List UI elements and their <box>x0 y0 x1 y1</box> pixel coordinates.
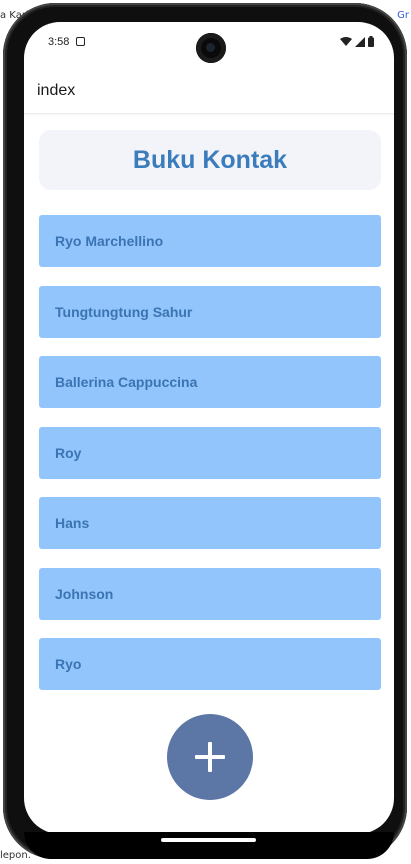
contact-name: Roy <box>55 445 82 461</box>
front-camera <box>196 33 226 63</box>
add-contact-button[interactable] <box>167 714 253 800</box>
wifi-icon <box>340 36 352 46</box>
signal-icon <box>355 36 365 47</box>
status-bar: 3:58 <box>24 22 394 66</box>
desktop-text-fragment: lepon. <box>0 850 31 861</box>
title-card: Buku Kontak <box>39 130 381 190</box>
contact-item[interactable]: Roy <box>39 427 381 479</box>
contact-name: Hans <box>55 515 90 531</box>
contact-item[interactable]: Ryo Marchellino <box>39 215 381 267</box>
status-time: 3:58 <box>48 36 70 48</box>
contact-item[interactable]: Hans <box>39 497 381 549</box>
plus-icon <box>195 742 225 772</box>
app-bar: index <box>24 66 394 114</box>
contact-name: Ballerina Cappuccina <box>55 374 198 390</box>
battery-icon <box>368 36 374 47</box>
notification-icon <box>76 37 85 46</box>
app-bar-title: index <box>37 82 76 99</box>
contact-item[interactable]: Johnson <box>39 568 381 620</box>
home-indicator[interactable] <box>161 838 256 842</box>
phone-screen: 3:58 index Buku Kontak Ryo Marchellino T… <box>24 22 394 834</box>
contact-name: Ryo Marchellino <box>55 233 164 249</box>
phone-frame: 3:58 index Buku Kontak Ryo Marchellino T… <box>3 3 407 859</box>
contact-name: Tungtungtung Sahur <box>55 304 193 320</box>
gesture-bar <box>24 832 394 859</box>
contact-name: Ryo <box>55 656 82 672</box>
page-title: Buku Kontak <box>132 145 288 174</box>
contact-name: Johnson <box>55 586 114 602</box>
system-icons <box>340 36 374 47</box>
contact-item[interactable]: Tungtungtung Sahur <box>39 286 381 338</box>
contact-item[interactable]: Ryo <box>39 638 381 690</box>
desktop-tab-fragment-right: Gr <box>397 10 409 21</box>
contact-item[interactable]: Ballerina Cappuccina <box>39 356 381 408</box>
